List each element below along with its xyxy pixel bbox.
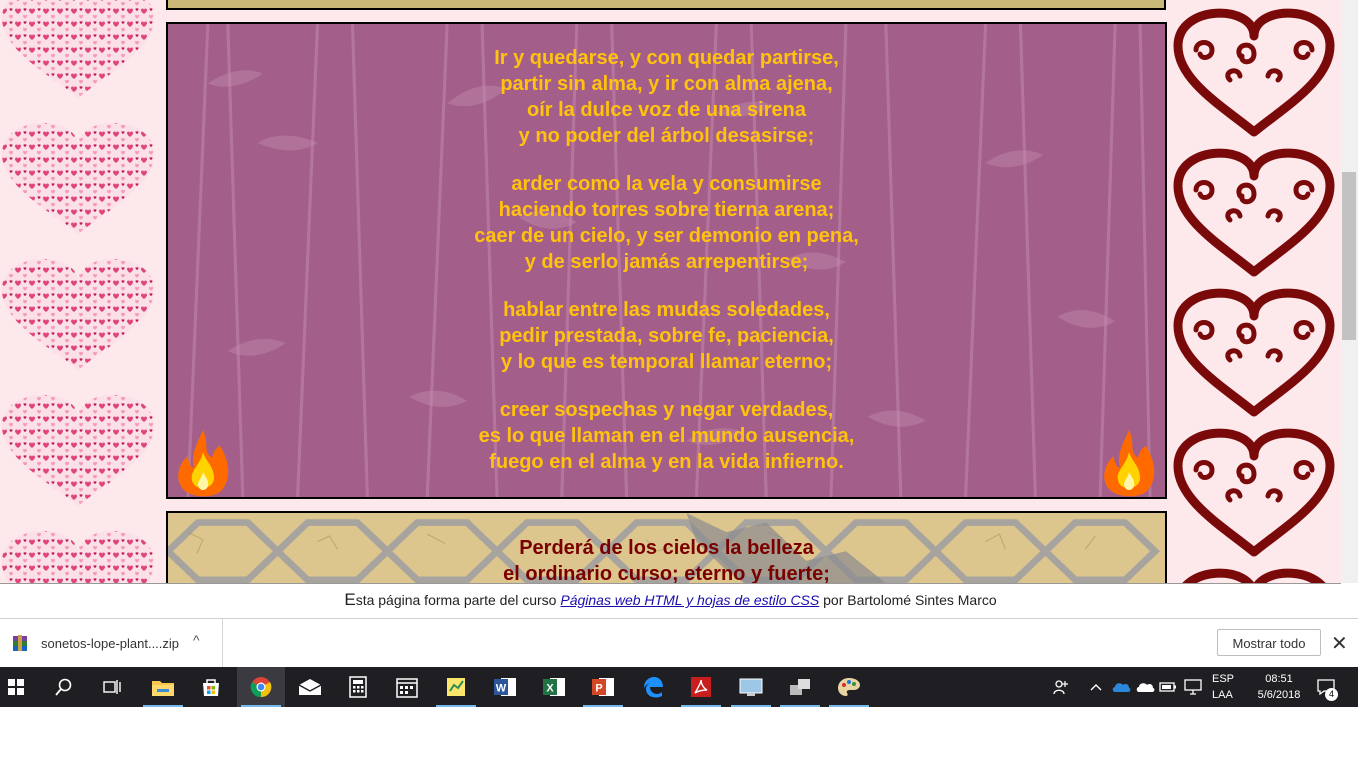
poem-line: creer sospechas y negar verdades,	[499, 399, 834, 421]
edge-icon[interactable]	[629, 667, 677, 707]
network-icon[interactable]	[1182, 667, 1204, 707]
poem-line: fuego en el alma y en la vida infierno.	[489, 451, 844, 473]
poem-line: Perderá de los cielos la belleza	[519, 537, 814, 559]
poem-line: el ordinario curso; eterno y fuerte;	[503, 563, 830, 583]
chevron-up-icon[interactable]	[1087, 667, 1105, 707]
chevron-up-icon[interactable]: ^	[193, 632, 200, 648]
page-scrollbar-thumb[interactable]	[1342, 172, 1356, 340]
flame-icon	[178, 430, 229, 497]
stanza-2: arder como la vela y consumirse haciendo…	[168, 171, 1165, 275]
start-icon[interactable]	[0, 667, 40, 707]
mail-icon[interactable]	[286, 667, 334, 707]
poem-line: Ir y quedarse, y con quedar partirse,	[494, 47, 839, 69]
powerpoint-icon[interactable]: P	[579, 667, 627, 707]
onedrive-blue-icon[interactable]	[1110, 667, 1132, 707]
onedrive-white-icon[interactable]	[1134, 667, 1156, 707]
poem-line: haciendo torres sobre tierna arena;	[498, 199, 835, 221]
right-hearts-column	[1170, 0, 1341, 583]
chrome-icon[interactable]	[237, 667, 285, 707]
notification-count-badge: 4	[1325, 688, 1338, 701]
stanza-3: hablar entre las mudas soledades, pedir …	[168, 297, 1165, 375]
store-icon[interactable]	[187, 667, 235, 707]
excel-icon[interactable]: X	[530, 667, 578, 707]
poem-line: pedir prestada, sobre fe, paciencia,	[499, 325, 834, 347]
footer-suffix: por Bartolomé Sintes Marco	[819, 592, 997, 608]
previous-poem-box-bottom	[166, 0, 1166, 10]
poem-text: Perderá de los cielos la belleza el ordi…	[168, 513, 1165, 583]
language-top: ESP	[1212, 673, 1235, 685]
windows-taskbar: W X P ESP LAA 08:51 5/6/2018 4	[0, 667, 1358, 707]
search-icon[interactable]	[40, 667, 88, 707]
app-icon[interactable]	[727, 667, 775, 707]
close-icon[interactable]: ✕	[1331, 631, 1348, 656]
show-all-downloads-button[interactable]: Mostrar todo	[1217, 629, 1321, 656]
left-hearts-column	[2, 0, 154, 583]
stanza-4: creer sospechas y negar verdades, es lo …	[168, 397, 1165, 475]
stanza-1: Ir y quedarse, y con quedar partirse, pa…	[168, 45, 1165, 149]
paint-icon[interactable]	[825, 667, 873, 707]
poem-line: partir sin alma, y ir con alma ajena,	[500, 73, 833, 95]
app-icon[interactable]	[776, 667, 824, 707]
footer-prefix: sta página forma parte del curso	[355, 592, 561, 608]
blank-area	[0, 707, 1366, 768]
poem-line: caer de un cielo, y ser demonio en pena,	[474, 225, 859, 247]
svg-text:W: W	[496, 683, 507, 695]
zip-file-icon	[13, 635, 27, 651]
poem-line: es lo que llaman en el mundo ausencia,	[478, 425, 855, 447]
footer-initial: E	[344, 590, 356, 609]
acrobat-icon[interactable]	[677, 667, 725, 707]
poem-line: oír la dulce voz de una sirena	[527, 99, 806, 121]
download-filename: sonetos-lope-plant....zip	[41, 636, 180, 651]
svg-text:P: P	[595, 683, 602, 695]
poem-line: y no poder del árbol desasirse;	[518, 125, 815, 147]
language-bottom: LAA	[1212, 689, 1233, 701]
clock-time: 08:51	[1265, 673, 1293, 685]
poem-line: hablar entre las mudas soledades,	[503, 299, 830, 321]
web-page-viewport: Ir y quedarse, y con quedar partirse, pa…	[0, 0, 1341, 583]
poem-box-ausencia: Ir y quedarse, y con quedar partirse, pa…	[166, 22, 1167, 499]
calculator-icon[interactable]	[334, 667, 382, 707]
poem-text: Ir y quedarse, y con quedar partirse, pa…	[168, 24, 1165, 475]
poem-box-next: Perderá de los cielos la belleza el ordi…	[166, 511, 1167, 583]
file-explorer-icon[interactable]	[139, 667, 187, 707]
calendar-icon[interactable]	[383, 667, 431, 707]
flame-icon	[1104, 430, 1155, 497]
word-icon[interactable]: W	[481, 667, 529, 707]
download-bar: sonetos-lope-plant....zip ^ Mostrar todo…	[0, 618, 1358, 667]
battery-icon[interactable]	[1158, 667, 1178, 707]
download-item[interactable]: sonetos-lope-plant....zip ^	[0, 619, 223, 667]
clock-date: 5/6/2018	[1257, 689, 1301, 701]
poem-line: y de serlo jamás arrepentirse;	[524, 251, 809, 273]
language-indicator[interactable]: ESP LAA	[1212, 671, 1234, 703]
poem-line: y lo que es temporal llamar eterno;	[500, 351, 833, 373]
clock[interactable]: 08:51 5/6/2018	[1250, 671, 1308, 703]
poem-line: arder como la vela y consumirse	[511, 173, 822, 195]
svg-text:X: X	[546, 683, 554, 695]
sticky-notes-icon[interactable]	[432, 667, 480, 707]
people-icon[interactable]	[1050, 667, 1072, 707]
task-view-icon[interactable]	[88, 667, 136, 707]
page-footer: Esta página forma parte del curso Página…	[0, 583, 1341, 616]
course-link[interactable]: Páginas web HTML y hojas de estilo CSS	[560, 592, 819, 608]
notification-center-icon[interactable]	[1312, 667, 1340, 707]
